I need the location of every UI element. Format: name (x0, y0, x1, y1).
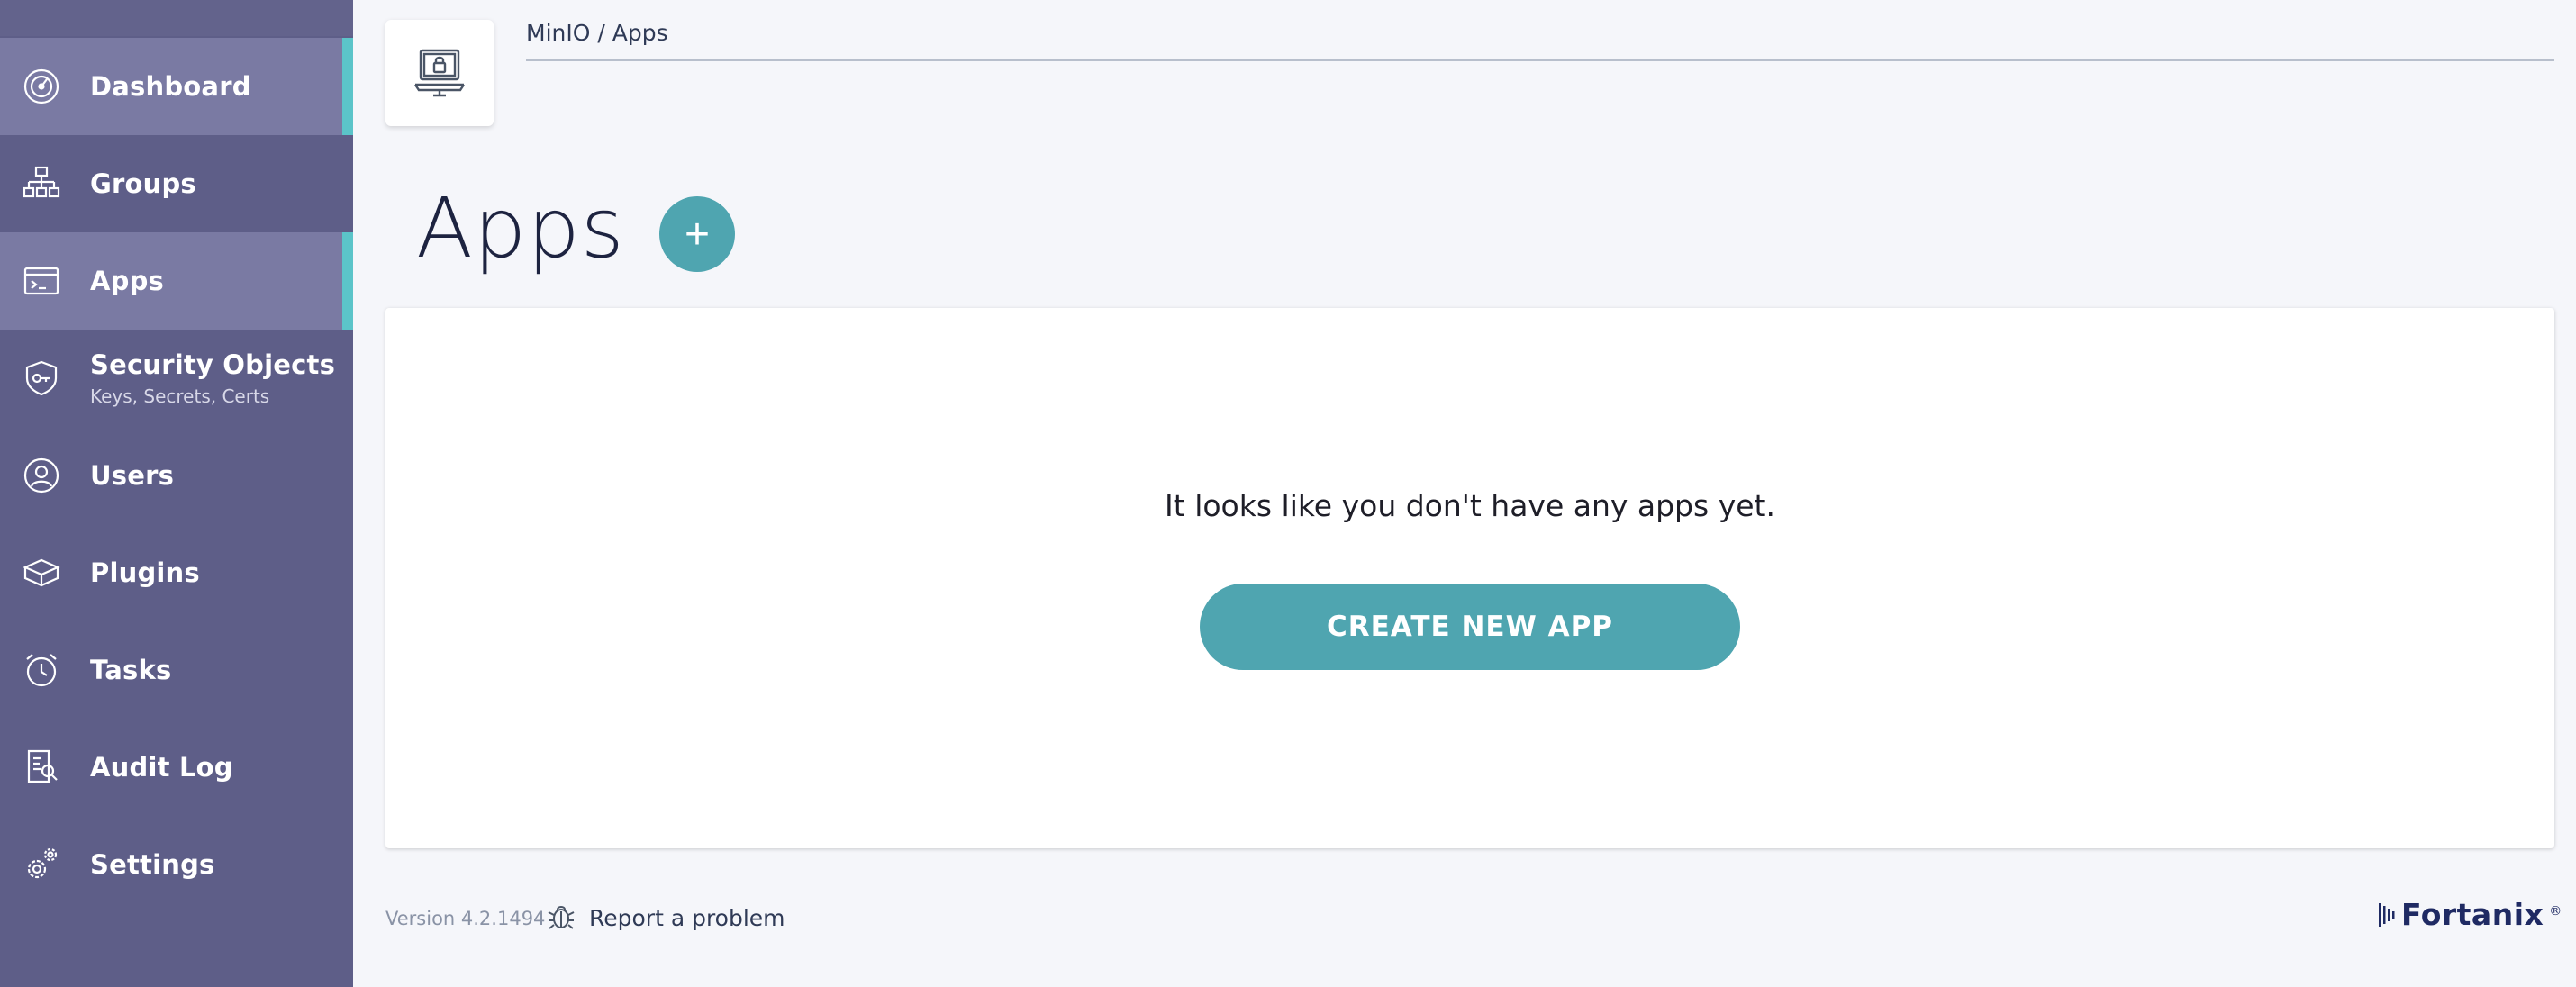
laptop-lock-icon (412, 43, 467, 103)
apps-window-icon (22, 261, 61, 301)
settings-gears-icon (22, 845, 61, 884)
sidebar: Dashboard Groups Apps Security Objects K… (0, 0, 353, 987)
sidebar-item-label: Groups (90, 168, 196, 199)
sidebar-item-label: Plugins (90, 557, 200, 588)
fortanix-logo: Fortanix ® (2378, 897, 2562, 932)
sidebar-item-label: Apps (90, 266, 165, 296)
sidebar-item-security-objects[interactable]: Security Objects Keys, Secrets, Certs (0, 330, 353, 427)
breadcrumb: MinIO / Apps (526, 20, 668, 46)
groups-hierarchy-icon (22, 164, 61, 204)
add-app-button[interactable]: + (659, 196, 735, 272)
sidebar-item-tasks[interactable]: Tasks (0, 621, 353, 719)
sidebar-item-label: Tasks (90, 655, 172, 685)
audit-log-document-icon (22, 747, 61, 787)
version-label: Version 4.2.1494 (385, 908, 546, 929)
sidebar-item-audit-log[interactable]: Audit Log (0, 719, 353, 816)
sidebar-item-plugins[interactable]: Plugins (0, 524, 353, 621)
sidebar-item-users[interactable]: Users (0, 427, 353, 524)
security-objects-shield-icon (22, 358, 61, 398)
apps-empty-state-card: It looks like you don't have any apps ye… (385, 308, 2554, 848)
sidebar-item-label: Audit Log (90, 752, 233, 783)
dashboard-gauge-icon (22, 67, 61, 106)
header-icon-card (385, 20, 494, 126)
sidebar-top (0, 0, 353, 36)
sidebar-item-groups[interactable]: Groups (0, 135, 353, 232)
page-title: Apps (416, 180, 625, 276)
tasks-alarm-clock-icon (22, 650, 61, 690)
create-new-app-button[interactable]: CREATE NEW APP (1200, 584, 1740, 670)
plugins-box-icon (22, 553, 61, 593)
brand-name: Fortanix (2401, 897, 2544, 932)
empty-state-message: It looks like you don't have any apps ye… (1165, 488, 1775, 523)
fortanix-logo-mark-icon (2379, 902, 2395, 927)
sidebar-item-dashboard[interactable]: Dashboard (0, 38, 353, 135)
sidebar-item-apps[interactable]: Apps (0, 232, 353, 330)
brand-registered-mark: ® (2549, 904, 2562, 919)
sidebar-item-label: Security Objects (90, 349, 336, 380)
report-problem-link[interactable]: Report a problem (546, 901, 785, 935)
sidebar-item-sublabel: Keys, Secrets, Certs (90, 385, 270, 407)
sidebar-item-label: Dashboard (90, 71, 251, 102)
sidebar-item-settings[interactable]: Settings (0, 816, 353, 913)
report-problem-label: Report a problem (589, 904, 785, 931)
sidebar-item-label: Users (90, 460, 175, 491)
sidebar-item-label: Settings (90, 849, 215, 880)
bug-icon (546, 901, 576, 935)
users-person-icon (22, 456, 61, 495)
breadcrumb-divider (526, 59, 2554, 61)
